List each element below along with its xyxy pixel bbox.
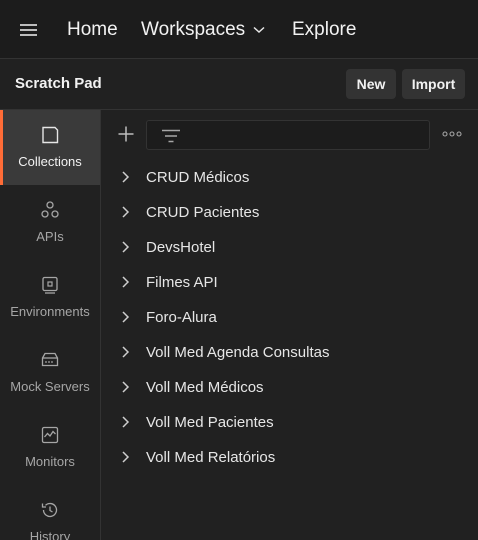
sidebar-item-monitors[interactable]: Monitors bbox=[0, 410, 100, 485]
sidebar-item-label: Mock Servers bbox=[10, 379, 90, 394]
workspace-header: Scratch Pad New Import bbox=[0, 59, 478, 110]
more-options-icon[interactable] bbox=[442, 130, 462, 138]
top-navigation: Home Workspaces Explore bbox=[0, 0, 478, 59]
collection-name: DevsHotel bbox=[146, 238, 216, 256]
new-button[interactable]: New bbox=[346, 69, 396, 99]
chevron-right-icon bbox=[122, 241, 130, 253]
sidebar-item-label: Monitors bbox=[25, 454, 75, 469]
chevron-right-icon bbox=[122, 416, 130, 428]
nav-workspaces-label: Workspaces bbox=[141, 19, 246, 40]
chevron-right-icon bbox=[122, 276, 130, 288]
sidebar: Collections APIs Environments Mock Serve… bbox=[0, 110, 101, 540]
collection-name: Voll Med Pacientes bbox=[146, 413, 274, 431]
workspace-title: Scratch Pad bbox=[15, 75, 102, 92]
chevron-right-icon bbox=[122, 206, 130, 218]
chevron-down-icon bbox=[253, 26, 265, 33]
collection-item[interactable]: CRUD Médicos bbox=[117, 163, 467, 191]
chevron-right-icon bbox=[122, 346, 130, 358]
collection-name: CRUD Pacientes bbox=[146, 203, 260, 221]
import-button[interactable]: Import bbox=[402, 69, 465, 99]
chevron-right-icon bbox=[122, 311, 130, 323]
history-icon bbox=[41, 502, 58, 518]
filter-icon bbox=[162, 129, 180, 143]
collections-panel: CRUD Médicos CRUD Pacientes DevsHotel Filme… bbox=[101, 110, 478, 540]
mock-servers-icon bbox=[41, 352, 59, 367]
chevron-right-icon bbox=[122, 381, 130, 393]
sidebar-item-label: Environments bbox=[10, 304, 90, 319]
collection-item[interactable]: Filmes API bbox=[117, 268, 467, 296]
collection-name: Voll Med Relatórios bbox=[146, 448, 276, 466]
collections-icon bbox=[42, 126, 59, 144]
sidebar-item-apis[interactable]: APIs bbox=[0, 185, 100, 260]
collection-name: Foro-Alura bbox=[146, 308, 217, 326]
collection-name: Voll Med Médicos bbox=[146, 378, 264, 396]
nav-home[interactable]: Home bbox=[67, 18, 118, 42]
collection-name: Voll Med Agenda Consultas bbox=[146, 343, 330, 361]
chevron-right-icon bbox=[122, 171, 130, 183]
collection-name: Filmes API bbox=[146, 273, 218, 291]
collection-name: CRUD Médicos bbox=[146, 168, 250, 186]
menu-icon[interactable] bbox=[20, 24, 37, 36]
sidebar-item-mock-servers[interactable]: Mock Servers bbox=[0, 335, 100, 410]
chevron-right-icon bbox=[122, 451, 130, 463]
collection-item[interactable]: Voll Med Pacientes bbox=[117, 408, 467, 436]
environments-icon bbox=[42, 276, 58, 294]
sidebar-item-label: APIs bbox=[36, 229, 64, 244]
collection-item[interactable]: Foro-Alura bbox=[117, 303, 467, 331]
sidebar-item-history[interactable]: History bbox=[0, 485, 100, 540]
collection-item[interactable]: Voll Med Médicos bbox=[117, 373, 467, 401]
monitors-icon bbox=[41, 426, 59, 444]
sidebar-item-collections[interactable]: Collections bbox=[0, 110, 100, 185]
collection-item[interactable]: CRUD Pacientes bbox=[117, 198, 467, 226]
sidebar-item-label: Collections bbox=[18, 154, 82, 169]
search-input[interactable] bbox=[146, 120, 430, 150]
sidebar-item-environments[interactable]: Environments bbox=[0, 260, 100, 335]
collection-item[interactable]: Voll Med Relatórios bbox=[117, 443, 467, 471]
collection-item[interactable]: DevsHotel bbox=[117, 233, 467, 261]
apis-icon bbox=[41, 201, 59, 218]
plus-icon[interactable] bbox=[117, 125, 135, 143]
collection-item[interactable]: Voll Med Agenda Consultas bbox=[117, 338, 467, 366]
sidebar-item-label: History bbox=[29, 529, 71, 540]
nav-workspaces[interactable]: Workspaces bbox=[141, 18, 265, 42]
nav-explore[interactable]: Explore bbox=[292, 18, 356, 42]
